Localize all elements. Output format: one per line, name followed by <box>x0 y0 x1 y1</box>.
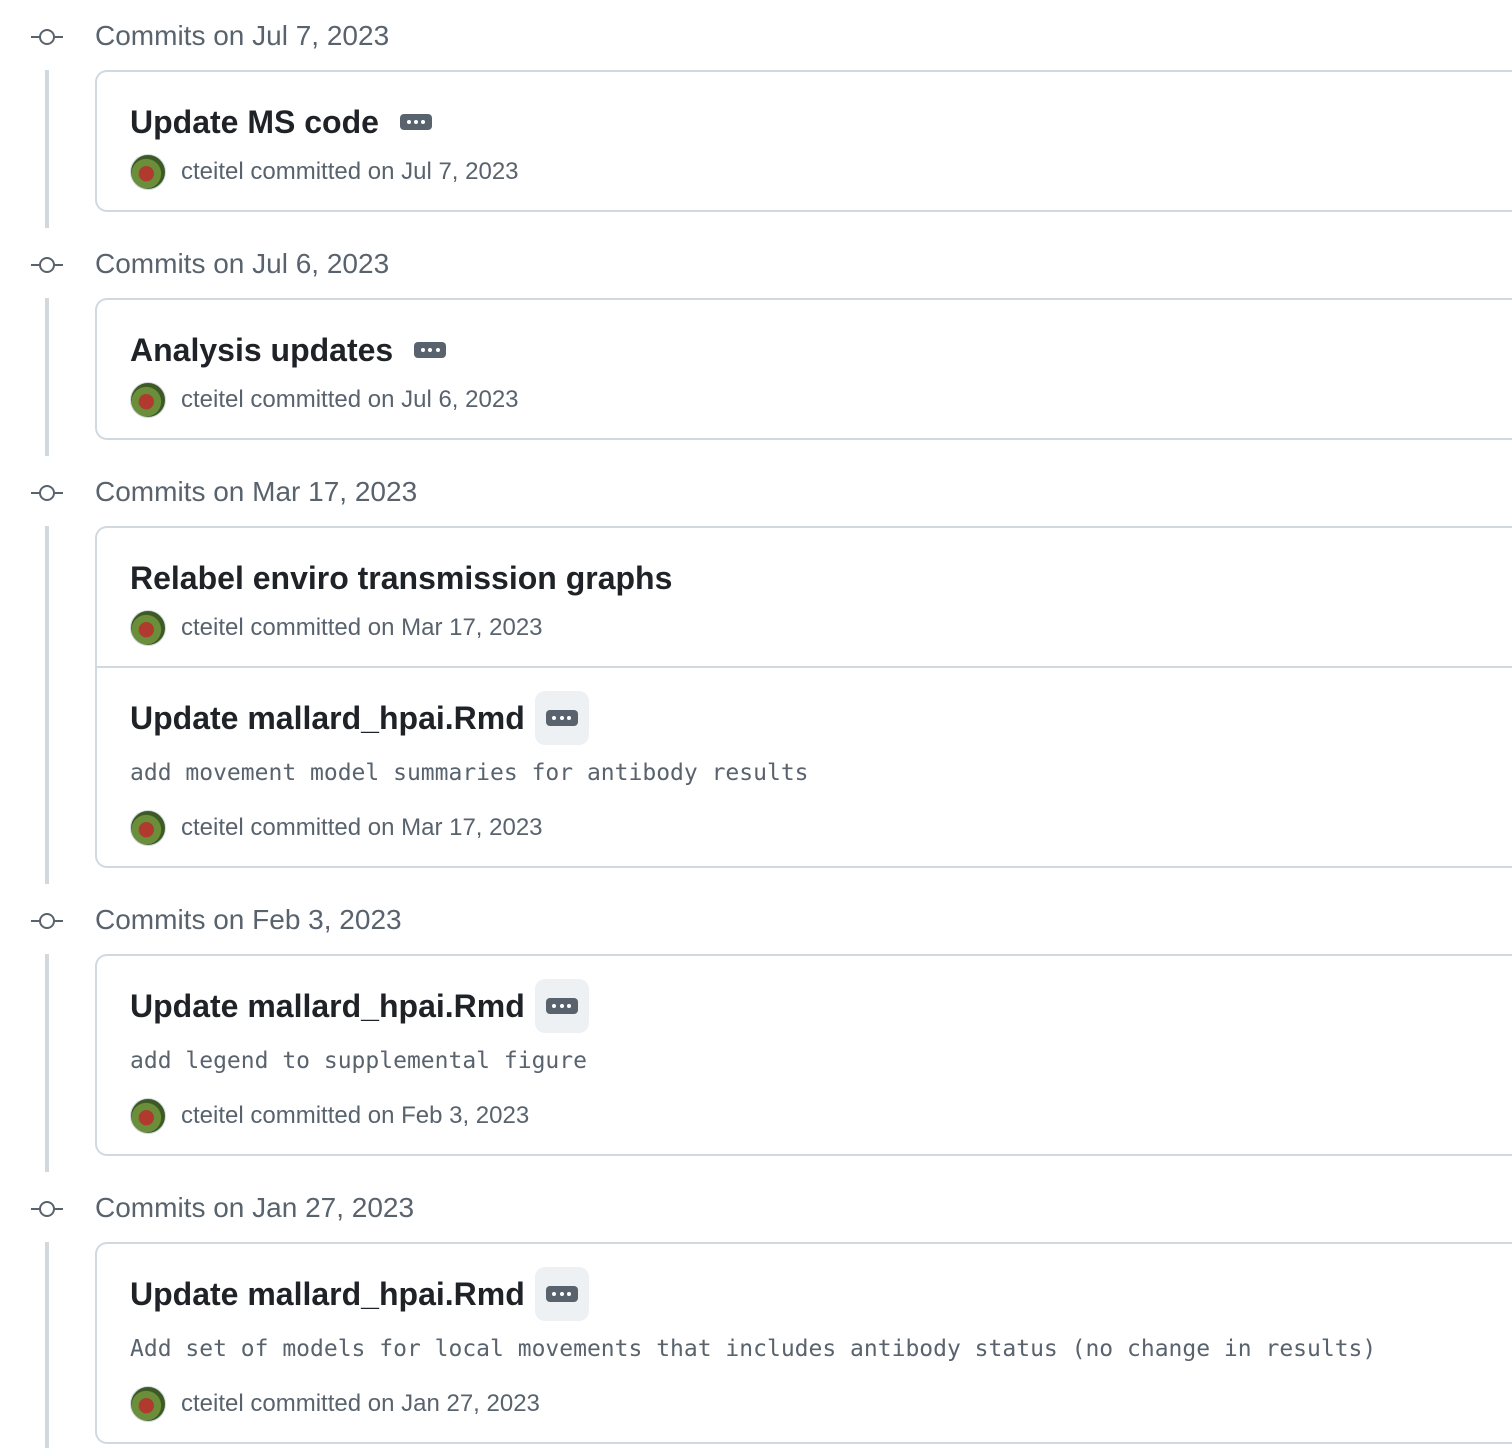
commit-group: Commits on Jan 27, 2023 Update mallard_hp… <box>0 1172 1512 1448</box>
commit-group: Commits on Mar 17, 2023 Relabel enviro tr… <box>0 456 1512 884</box>
commit-row: Relabel enviro transmission graphs cteite… <box>97 528 1512 666</box>
timeline-line <box>45 526 49 884</box>
commit-row: Update mallard_hpai.Rmd Add set of models… <box>97 1244 1512 1442</box>
git-commit-icon <box>31 484 63 502</box>
commit-author-link[interactable]: cteitel <box>181 614 244 641</box>
timeline-line <box>45 1242 49 1448</box>
commit-date-text: committed on Jan 27, 2023 <box>250 1390 540 1417</box>
commit-author-link[interactable]: cteitel <box>181 158 244 185</box>
commits-timeline: Commits on Jul 7, 2023 Update MS code ctei… <box>0 0 1512 1448</box>
commit-group-header: Commits on Jan 27, 2023 <box>0 1172 1512 1223</box>
commit-title-link[interactable]: Update mallard_hpai.Rmd <box>130 1274 525 1314</box>
commit-group: Commits on Feb 3, 2023 Update mallard_hpa… <box>0 884 1512 1172</box>
show-description-button[interactable] <box>534 691 589 745</box>
commit-row: Update mallard_hpai.Rmdadd legend to sup… <box>97 956 1512 1154</box>
commit-group: Commits on Jul 6, 2023 Analysis updates ct… <box>0 228 1512 456</box>
kebab-horizontal-icon <box>545 710 578 726</box>
commit-list: Relabel enviro transmission graphs cteite… <box>95 526 1512 868</box>
commit-meta: cteitel committed on Jan 27, 2023 <box>130 1386 1512 1442</box>
git-commit-icon <box>31 1200 63 1218</box>
commit-author-link[interactable]: cteitel <box>181 1102 244 1129</box>
commit-meta: cteitel committed on Feb 3, 2023 <box>130 1098 1512 1154</box>
commit-description: Add set of models for local movements th… <box>130 1336 1377 1362</box>
avatar[interactable] <box>130 154 166 190</box>
commit-title-link[interactable]: Update mallard_hpai.Rmd <box>130 698 525 738</box>
avatar[interactable] <box>130 1098 166 1134</box>
commit-list: Update mallard_hpai.Rmdadd legend to sup… <box>95 954 1512 1156</box>
git-commit-icon <box>31 28 63 46</box>
commit-date-text: committed on Jul 7, 2023 <box>250 158 519 185</box>
commit-group-header: Commits on Mar 17, 2023 <box>0 456 1512 507</box>
commit-author-link[interactable]: cteitel <box>181 386 244 413</box>
commit-row: Update mallard_hpai.Rmdadd movement mode… <box>97 666 1512 866</box>
commit-meta: cteitel committed on Jul 6, 2023 <box>130 382 1512 438</box>
commit-title-link[interactable]: Update mallard_hpai.Rmd <box>130 986 525 1026</box>
commit-title-link[interactable]: Analysis updates <box>130 330 393 370</box>
show-description-button[interactable] <box>534 979 589 1033</box>
commit-description: add movement model summaries for antibod… <box>130 760 809 786</box>
commit-title-link[interactable]: Relabel enviro transmission graphs <box>130 558 672 598</box>
avatar[interactable] <box>130 610 166 646</box>
kebab-horizontal-icon <box>545 998 578 1014</box>
commit-meta: cteitel committed on Mar 17, 2023 <box>130 610 1512 666</box>
commit-date-text: committed on Mar 17, 2023 <box>250 814 543 841</box>
commit-title-link[interactable]: Update MS code <box>130 102 379 142</box>
commit-description: add legend to supplemental figure <box>130 1048 587 1074</box>
commit-group: Commits on Jul 7, 2023 Update MS code ctei… <box>0 0 1512 228</box>
show-description-button[interactable] <box>534 1267 589 1321</box>
show-description-button[interactable] <box>403 323 457 377</box>
timeline-line <box>45 298 49 456</box>
commit-date-text: committed on Jul 6, 2023 <box>250 386 519 413</box>
commit-list: Analysis updates cteitel committed on Jul… <box>95 298 1512 440</box>
git-commit-icon <box>31 912 63 930</box>
commit-group-header: Commits on Feb 3, 2023 <box>0 884 1512 935</box>
commit-author-link[interactable]: cteitel <box>181 814 244 841</box>
commit-list: Update MS code cteitel committed on Jul 7… <box>95 70 1512 212</box>
commit-meta: cteitel committed on Mar 17, 2023 <box>130 810 1512 866</box>
commit-row: Analysis updates cteitel committed on Jul… <box>97 300 1512 438</box>
commit-author-link[interactable]: cteitel <box>181 1390 244 1417</box>
commit-meta: cteitel committed on Jul 7, 2023 <box>130 154 1512 210</box>
git-commit-icon <box>31 256 63 274</box>
avatar[interactable] <box>130 810 166 846</box>
commit-date-text: committed on Feb 3, 2023 <box>250 1102 530 1129</box>
commit-date-text: committed on Mar 17, 2023 <box>250 614 543 641</box>
commit-group-header: Commits on Jul 7, 2023 <box>0 0 1512 51</box>
kebab-horizontal-icon <box>545 1286 578 1302</box>
kebab-horizontal-icon <box>414 342 447 358</box>
show-description-button[interactable] <box>389 95 443 149</box>
timeline-line <box>45 954 49 1172</box>
commit-row: Update MS code cteitel committed on Jul 7… <box>97 72 1512 210</box>
timeline-line <box>45 70 49 228</box>
avatar[interactable] <box>130 382 166 418</box>
commit-list: Update mallard_hpai.Rmd Add set of models… <box>95 1242 1512 1444</box>
commit-group-header: Commits on Jul 6, 2023 <box>0 228 1512 279</box>
kebab-horizontal-icon <box>399 114 432 130</box>
avatar[interactable] <box>130 1386 166 1422</box>
